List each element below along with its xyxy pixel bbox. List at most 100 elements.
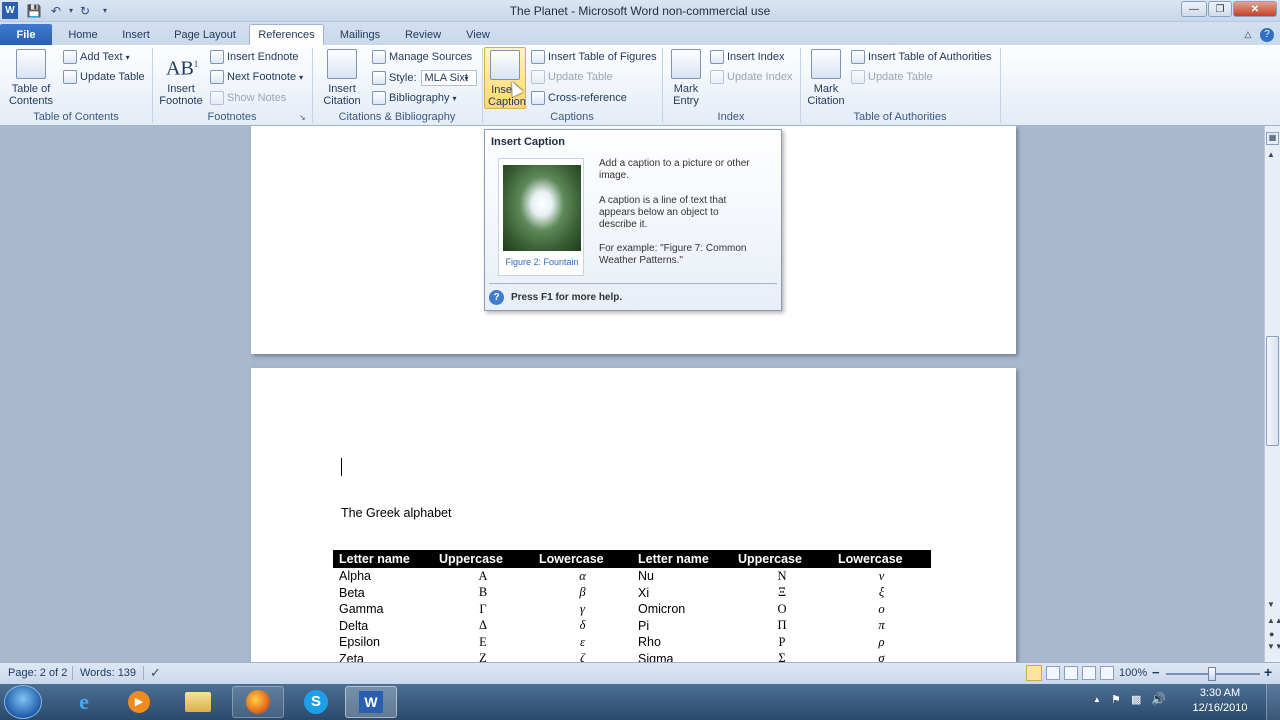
update-table-button[interactable]: Update Table — [63, 70, 145, 84]
table-cell[interactable]: Σ — [732, 651, 832, 662]
ruler-toggle-icon[interactable]: ▦ — [1266, 132, 1279, 145]
add-text-button[interactable]: Add Text ▾ — [63, 50, 130, 64]
table-cell[interactable]: ζ — [533, 651, 632, 662]
show-notes-button[interactable]: Show Notes — [210, 91, 286, 105]
tab-insert[interactable]: Insert — [114, 24, 158, 45]
insert-citation-button[interactable]: Insert Citation — [316, 49, 368, 107]
greek-alphabet-table[interactable]: Letter name Uppercase Lowercase Letter n… — [333, 550, 931, 662]
taskbar-firefox-icon[interactable] — [232, 686, 284, 718]
taskbar-internet-explorer-icon[interactable]: e — [58, 686, 110, 718]
minimize-ribbon-icon[interactable]: △ — [1240, 24, 1256, 45]
table-cell[interactable]: ο — [832, 601, 931, 618]
vertical-scrollbar[interactable]: ▦ ▲ ▼ ▲▲ ● ▼▼ — [1264, 126, 1280, 662]
cross-reference-button[interactable]: Cross-reference — [531, 91, 627, 105]
document-heading[interactable]: The Greek alphabet — [341, 506, 452, 520]
zoom-slider[interactable] — [1166, 667, 1260, 681]
previous-page-icon[interactable]: ▲▲ — [1267, 616, 1280, 625]
tab-view[interactable]: View — [458, 24, 498, 45]
zoom-out-icon[interactable]: − — [1152, 665, 1160, 680]
zoom-level[interactable]: 100% — [1119, 667, 1147, 679]
outline-view-icon[interactable] — [1082, 666, 1096, 680]
page-count[interactable]: Page: 2 of 2 — [8, 667, 67, 679]
tab-mailings[interactable]: Mailings — [332, 24, 388, 45]
table-cell[interactable]: Ε — [433, 634, 533, 651]
table-cell[interactable]: Α — [433, 568, 533, 585]
table-cell[interactable]: Beta — [333, 585, 433, 602]
tray-clock-time[interactable]: 3:30 AM — [1190, 687, 1250, 699]
table-cell[interactable]: Ν — [732, 568, 832, 585]
restore-button[interactable]: ❐ — [1208, 1, 1232, 17]
table-cell[interactable]: Δ — [433, 618, 533, 635]
web-layout-icon[interactable] — [1064, 666, 1078, 680]
table-cell[interactable]: γ — [533, 601, 632, 618]
table-cell[interactable]: Delta — [333, 618, 433, 635]
zoom-in-icon[interactable]: + — [1264, 664, 1272, 680]
taskbar-explorer-icon[interactable] — [172, 686, 224, 718]
insert-table-of-authorities-button[interactable]: Insert Table of Authorities — [851, 50, 991, 64]
scroll-up-icon[interactable]: ▲ — [1267, 150, 1275, 159]
tray-network-icon[interactable]: ▩ — [1131, 693, 1141, 706]
table-cell[interactable]: Rho — [632, 634, 732, 651]
table-cell[interactable]: δ — [533, 618, 632, 635]
tray-volume-icon[interactable]: 🔊 — [1151, 692, 1166, 706]
table-cell[interactable]: Β — [433, 585, 533, 602]
document-page-2[interactable]: The Greek alphabet Letter name Uppercase… — [251, 368, 1016, 662]
insert-footnote-button[interactable]: AB1 Insert Footnote — [156, 49, 206, 107]
table-cell[interactable]: Omicron — [632, 601, 732, 618]
tray-clock-date[interactable]: 12/16/2010 — [1190, 702, 1250, 714]
print-layout-view-icon[interactable] — [1026, 665, 1042, 681]
help-icon[interactable]: ? — [1258, 24, 1276, 45]
scroll-down-icon[interactable]: ▼ — [1267, 600, 1275, 609]
tab-references[interactable]: References — [249, 24, 324, 45]
tray-show-hidden-icon[interactable]: ▲ — [1093, 695, 1101, 704]
table-cell[interactable]: ξ — [832, 585, 931, 602]
mark-citation-button[interactable]: Mark Citation — [804, 49, 848, 107]
next-page-icon[interactable]: ▼▼ — [1267, 642, 1280, 651]
zoom-slider-thumb[interactable] — [1208, 667, 1216, 681]
insert-endnote-button[interactable]: Insert Endnote — [210, 50, 299, 64]
style-dropdown[interactable]: Style: MLA Sixt ▾ — [372, 70, 477, 86]
tab-file[interactable]: File — [0, 24, 52, 45]
insert-table-of-figures-button[interactable]: Insert Table of Figures — [531, 50, 657, 64]
table-cell[interactable]: Ξ — [732, 585, 832, 602]
footnotes-dialog-launcher-icon[interactable]: ↘ — [299, 113, 306, 122]
start-button[interactable] — [4, 685, 42, 719]
table-cell[interactable]: Sigma — [632, 651, 732, 662]
table-cell[interactable]: Xi — [632, 585, 732, 602]
tray-action-center-icon[interactable]: ⚑ — [1111, 693, 1121, 706]
minimize-button[interactable]: — — [1181, 1, 1207, 17]
table-cell[interactable]: Ρ — [732, 634, 832, 651]
table-cell[interactable]: Epsilon — [333, 634, 433, 651]
insert-caption-button[interactable]: Insert Caption — [484, 47, 526, 109]
table-cell[interactable]: Ο — [732, 601, 832, 618]
manage-sources-button[interactable]: Manage Sources — [372, 50, 472, 64]
bibliography-button[interactable]: Bibliography ▾ — [372, 91, 457, 105]
tab-review[interactable]: Review — [398, 24, 448, 45]
update-index-button[interactable]: Update Index — [710, 70, 792, 84]
taskbar-skype-icon[interactable]: S — [290, 686, 342, 718]
proofing-icon[interactable]: ✓ — [150, 665, 161, 681]
table-cell[interactable]: π — [832, 618, 931, 635]
word-count[interactable]: Words: 139 — [80, 667, 136, 679]
full-screen-reading-icon[interactable] — [1046, 666, 1060, 680]
table-cell[interactable]: Ζ — [433, 651, 533, 662]
tab-home[interactable]: Home — [60, 24, 106, 45]
table-cell[interactable]: β — [533, 585, 632, 602]
taskbar-media-player-icon[interactable]: ▶ — [113, 686, 165, 718]
browse-object-icon[interactable]: ● — [1269, 629, 1274, 639]
table-cell[interactable]: α — [533, 568, 632, 585]
table-cell[interactable]: Pi — [632, 618, 732, 635]
insert-index-button[interactable]: Insert Index — [710, 50, 784, 64]
table-cell[interactable]: Alpha — [333, 568, 433, 585]
next-footnote-button[interactable]: Next Footnote ▾ — [210, 70, 303, 84]
taskbar-word-icon[interactable]: W — [345, 686, 397, 718]
table-cell[interactable]: Nu — [632, 568, 732, 585]
draft-view-icon[interactable] — [1100, 666, 1114, 680]
tab-page-layout[interactable]: Page Layout — [168, 24, 242, 45]
table-cell[interactable]: ν — [832, 568, 931, 585]
table-cell[interactable]: Γ — [433, 601, 533, 618]
scroll-thumb[interactable] — [1266, 336, 1279, 446]
table-cell[interactable]: Zeta — [333, 651, 433, 662]
table-cell[interactable]: Gamma — [333, 601, 433, 618]
close-button[interactable]: ✕ — [1233, 1, 1277, 17]
